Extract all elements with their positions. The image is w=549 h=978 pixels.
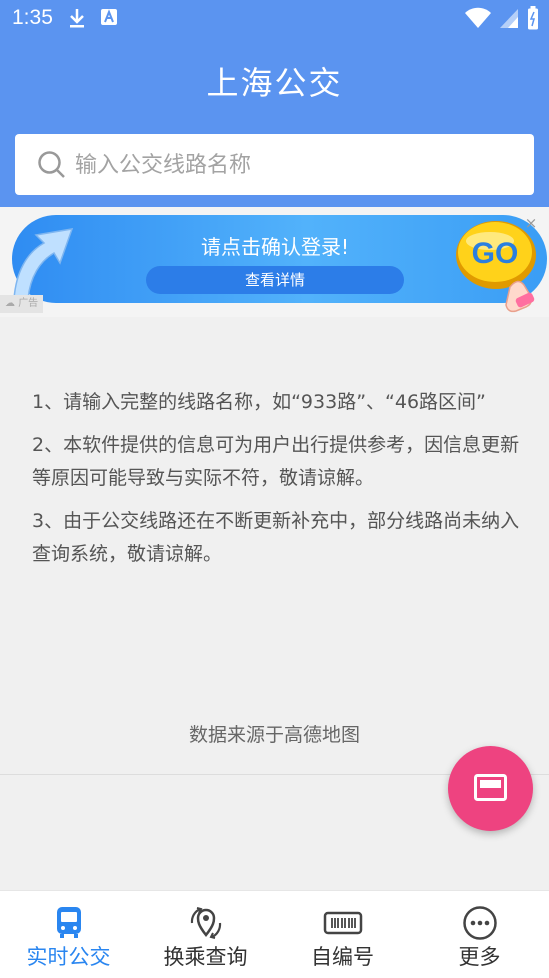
tip-item: 2、本软件提供的信息可为用户出行提供参考，因信息更新等原因可能导致与实际不符，敬… <box>32 434 520 489</box>
barcode-icon <box>323 905 363 943</box>
app-notification-icon <box>100 7 118 33</box>
status-time: 1:35 <box>12 6 53 29</box>
data-source-text: 数据来源于高德地图 <box>188 724 360 746</box>
search-input[interactable] <box>73 134 517 197</box>
tips-list: 1、请输入完整的线路名称，如“933路”、“46路区间” 2、本软件提供的信息可… <box>32 386 528 581</box>
wifi-icon <box>465 7 491 33</box>
go-button-icon[interactable]: GO <box>452 217 548 317</box>
app-header: 1:35 上海公交 <box>0 0 549 207</box>
floating-window-button[interactable] <box>448 746 533 831</box>
ad-title: 请点击确认登录! <box>200 235 350 259</box>
bottom-nav: 实时公交 换乘查询 自编号 更多 <box>0 890 549 978</box>
ad-banner[interactable]: 请点击确认登录! 查看详情 GO × ☁ 广告 <box>0 207 549 317</box>
arrow-up-icon <box>2 215 74 305</box>
battery-icon <box>527 6 539 34</box>
window-icon <box>474 774 507 801</box>
tip-item: 1、请输入完整的线路名称，如“933路”、“46路区间” <box>32 391 486 413</box>
nav-item-more[interactable]: 更多 <box>411 891 548 978</box>
search-box[interactable] <box>15 134 534 197</box>
transfer-location-icon <box>186 905 226 945</box>
signal-icon <box>499 7 519 33</box>
nav-item-self-number[interactable]: 自编号 <box>274 891 411 978</box>
status-bar: 1:35 <box>0 0 549 38</box>
download-icon <box>68 7 86 33</box>
search-icon <box>37 150 67 184</box>
nav-label: 实时公交 <box>26 945 111 969</box>
ad-label: ☁ 广告 <box>0 295 44 313</box>
nav-label: 换乘查询 <box>163 945 248 969</box>
more-dots-icon <box>462 905 498 945</box>
ad-detail-button[interactable]: 查看详情 <box>146 266 404 294</box>
bus-icon <box>52 905 86 943</box>
ad-close-icon[interactable]: × <box>522 214 540 232</box>
tip-item: 3、由于公交线路还在不断更新补充中，部分线路尚未纳入查询系统，敬请谅解。 <box>32 510 520 565</box>
ad-go-text: GO <box>472 237 519 270</box>
app-title: 上海公交 <box>206 64 343 102</box>
ad-label-text: 广告 <box>18 298 39 309</box>
nav-label: 更多 <box>458 945 501 969</box>
nav-label: 自编号 <box>311 945 374 969</box>
nav-item-transfer-query[interactable]: 换乘查询 <box>137 891 274 978</box>
nav-item-realtime-bus[interactable]: 实时公交 <box>0 891 137 978</box>
